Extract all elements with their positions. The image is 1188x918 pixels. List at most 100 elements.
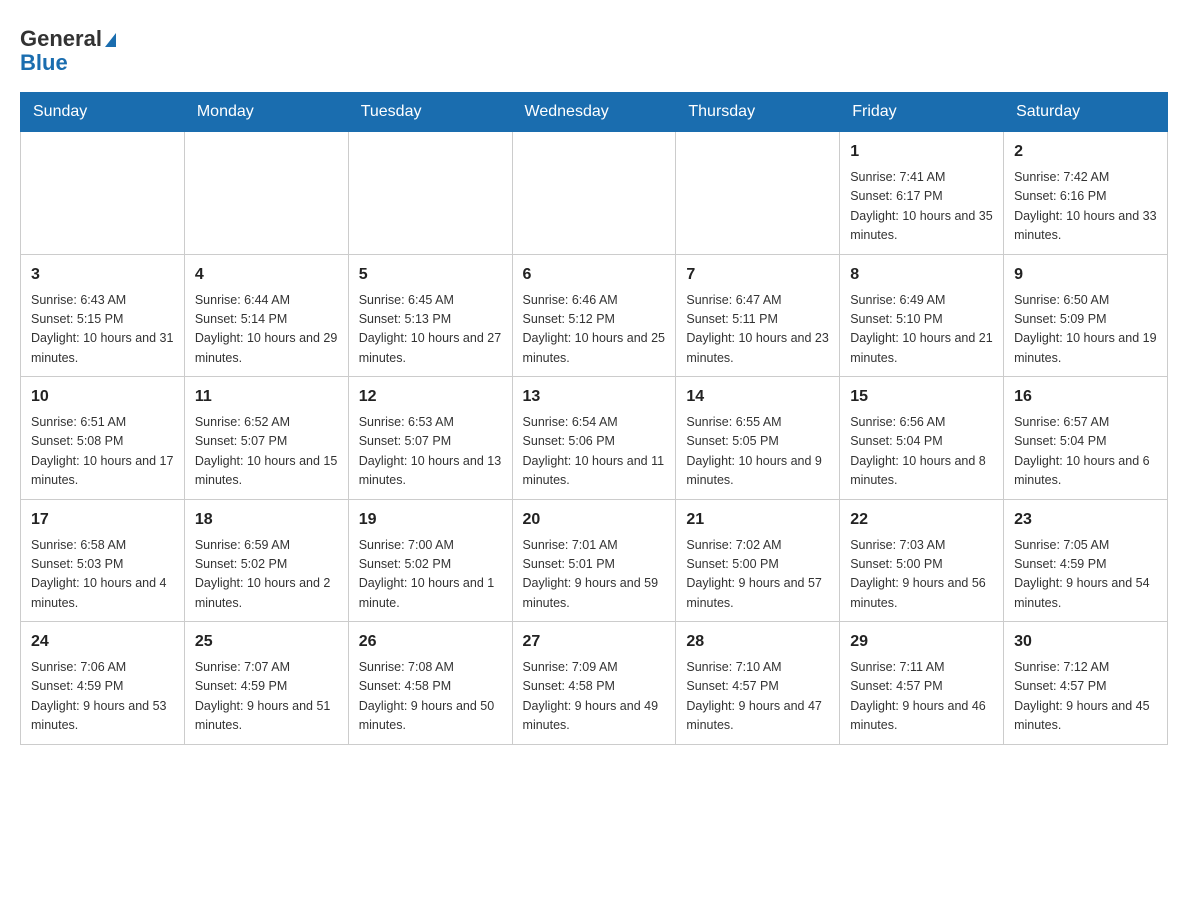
calendar-cell: 10 Sunrise: 6:51 AM Sunset: 5:08 PM Dayli…	[21, 377, 185, 500]
day-number: 1	[850, 140, 993, 164]
calendar-cell: 12 Sunrise: 6:53 AM Sunset: 5:07 PM Dayli…	[348, 377, 512, 500]
day-info: Sunrise: 6:50 AM Sunset: 5:09 PM Dayligh…	[1014, 291, 1157, 369]
calendar-cell	[348, 132, 512, 255]
day-number: 4	[195, 263, 338, 287]
week-row-4: 17 Sunrise: 6:58 AM Sunset: 5:03 PM Dayli…	[21, 499, 1168, 622]
weekday-header-row: SundayMondayTuesdayWednesdayThursdayFrid…	[21, 93, 1168, 132]
week-row-1: 1 Sunrise: 7:41 AM Sunset: 6:17 PM Daylig…	[21, 132, 1168, 255]
day-number: 19	[359, 508, 502, 532]
day-number: 17	[31, 508, 174, 532]
logo-brand: General	[20, 28, 102, 50]
day-info: Sunrise: 6:51 AM Sunset: 5:08 PM Dayligh…	[31, 413, 174, 491]
day-number: 14	[686, 385, 829, 409]
calendar-cell: 23Sunrise: 7:05 AM Sunset: 4:59 PM Dayli…	[1004, 499, 1168, 622]
calendar-cell: 16 Sunrise: 6:57 AM Sunset: 5:04 PM Dayli…	[1004, 377, 1168, 500]
day-info: Sunrise: 6:43 AM Sunset: 5:15 PM Dayligh…	[31, 291, 174, 369]
calendar-cell: 25 Sunrise: 7:07 AM Sunset: 4:59 PM Dayli…	[184, 622, 348, 745]
weekday-header-tuesday: Tuesday	[348, 93, 512, 132]
weekday-header-monday: Monday	[184, 93, 348, 132]
calendar-cell: 26 Sunrise: 7:08 AM Sunset: 4:58 PM Dayli…	[348, 622, 512, 745]
day-number: 6	[523, 263, 666, 287]
day-number: 10	[31, 385, 174, 409]
weekday-header-sunday: Sunday	[21, 93, 185, 132]
day-number: 13	[523, 385, 666, 409]
day-number: 15	[850, 385, 993, 409]
day-info: Sunrise: 6:47 AM Sunset: 5:11 PM Dayligh…	[686, 291, 829, 369]
day-info: Sunrise: 7:03 AM Sunset: 5:00 PM Dayligh…	[850, 536, 993, 614]
calendar-cell: 28 Sunrise: 7:10 AM Sunset: 4:57 PM Dayli…	[676, 622, 840, 745]
calendar-cell: 4 Sunrise: 6:44 AM Sunset: 5:14 PM Daylig…	[184, 254, 348, 377]
calendar-cell: 8 Sunrise: 6:49 AM Sunset: 5:10 PM Daylig…	[840, 254, 1004, 377]
day-info: Sunrise: 7:07 AM Sunset: 4:59 PM Dayligh…	[195, 658, 338, 736]
day-number: 7	[686, 263, 829, 287]
day-info: Sunrise: 6:49 AM Sunset: 5:10 PM Dayligh…	[850, 291, 993, 369]
day-info: Sunrise: 7:05 AM Sunset: 4:59 PM Dayligh…	[1014, 536, 1157, 614]
weekday-header-thursday: Thursday	[676, 93, 840, 132]
day-info: Sunrise: 7:11 AM Sunset: 4:57 PM Dayligh…	[850, 658, 993, 736]
calendar-cell: 27 Sunrise: 7:09 AM Sunset: 4:58 PM Dayli…	[512, 622, 676, 745]
day-info: Sunrise: 6:46 AM Sunset: 5:12 PM Dayligh…	[523, 291, 666, 369]
day-number: 22	[850, 508, 993, 532]
day-info: Sunrise: 7:00 AM Sunset: 5:02 PM Dayligh…	[359, 536, 502, 614]
logo: General Blue	[20, 20, 116, 76]
calendar-table: SundayMondayTuesdayWednesdayThursdayFrid…	[20, 92, 1168, 745]
day-info: Sunrise: 7:08 AM Sunset: 4:58 PM Dayligh…	[359, 658, 502, 736]
weekday-header-wednesday: Wednesday	[512, 93, 676, 132]
day-info: Sunrise: 7:10 AM Sunset: 4:57 PM Dayligh…	[686, 658, 829, 736]
calendar-cell: 1 Sunrise: 7:41 AM Sunset: 6:17 PM Daylig…	[840, 132, 1004, 255]
week-row-3: 10 Sunrise: 6:51 AM Sunset: 5:08 PM Dayli…	[21, 377, 1168, 500]
day-info: Sunrise: 7:06 AM Sunset: 4:59 PM Dayligh…	[31, 658, 174, 736]
day-number: 28	[686, 630, 829, 654]
logo-accent: Blue	[20, 50, 68, 76]
day-number: 11	[195, 385, 338, 409]
day-info: Sunrise: 7:41 AM Sunset: 6:17 PM Dayligh…	[850, 168, 993, 246]
calendar-cell: 21Sunrise: 7:02 AM Sunset: 5:00 PM Dayli…	[676, 499, 840, 622]
weekday-header-saturday: Saturday	[1004, 93, 1168, 132]
calendar-cell: 6 Sunrise: 6:46 AM Sunset: 5:12 PM Daylig…	[512, 254, 676, 377]
calendar-cell: 2Sunrise: 7:42 AM Sunset: 6:16 PM Daylig…	[1004, 132, 1168, 255]
calendar-cell	[676, 132, 840, 255]
calendar-cell: 19 Sunrise: 7:00 AM Sunset: 5:02 PM Dayli…	[348, 499, 512, 622]
calendar-cell: 11 Sunrise: 6:52 AM Sunset: 5:07 PM Dayli…	[184, 377, 348, 500]
day-number: 20	[523, 508, 666, 532]
calendar-cell	[512, 132, 676, 255]
day-info: Sunrise: 6:52 AM Sunset: 5:07 PM Dayligh…	[195, 413, 338, 491]
week-row-5: 24Sunrise: 7:06 AM Sunset: 4:59 PM Dayli…	[21, 622, 1168, 745]
calendar-cell: 15Sunrise: 6:56 AM Sunset: 5:04 PM Dayli…	[840, 377, 1004, 500]
day-info: Sunrise: 6:54 AM Sunset: 5:06 PM Dayligh…	[523, 413, 666, 491]
day-number: 9	[1014, 263, 1157, 287]
day-info: Sunrise: 6:55 AM Sunset: 5:05 PM Dayligh…	[686, 413, 829, 491]
calendar-cell: 3 Sunrise: 6:43 AM Sunset: 5:15 PM Daylig…	[21, 254, 185, 377]
day-info: Sunrise: 7:01 AM Sunset: 5:01 PM Dayligh…	[523, 536, 666, 614]
day-number: 18	[195, 508, 338, 532]
day-number: 8	[850, 263, 993, 287]
day-number: 30	[1014, 630, 1157, 654]
day-number: 5	[359, 263, 502, 287]
calendar-cell: 17 Sunrise: 6:58 AM Sunset: 5:03 PM Dayli…	[21, 499, 185, 622]
calendar-cell: 9 Sunrise: 6:50 AM Sunset: 5:09 PM Daylig…	[1004, 254, 1168, 377]
day-info: Sunrise: 7:09 AM Sunset: 4:58 PM Dayligh…	[523, 658, 666, 736]
calendar-cell: 29 Sunrise: 7:11 AM Sunset: 4:57 PM Dayli…	[840, 622, 1004, 745]
day-info: Sunrise: 6:53 AM Sunset: 5:07 PM Dayligh…	[359, 413, 502, 491]
day-number: 16	[1014, 385, 1157, 409]
calendar-cell: 18Sunrise: 6:59 AM Sunset: 5:02 PM Dayli…	[184, 499, 348, 622]
day-info: Sunrise: 6:58 AM Sunset: 5:03 PM Dayligh…	[31, 536, 174, 614]
day-info: Sunrise: 7:42 AM Sunset: 6:16 PM Dayligh…	[1014, 168, 1157, 246]
day-number: 26	[359, 630, 502, 654]
header-area: General Blue	[20, 20, 1168, 76]
calendar-cell: 13 Sunrise: 6:54 AM Sunset: 5:06 PM Dayli…	[512, 377, 676, 500]
day-info: Sunrise: 6:44 AM Sunset: 5:14 PM Dayligh…	[195, 291, 338, 369]
day-number: 21	[686, 508, 829, 532]
weekday-header-friday: Friday	[840, 93, 1004, 132]
calendar-cell	[184, 132, 348, 255]
day-info: Sunrise: 6:57 AM Sunset: 5:04 PM Dayligh…	[1014, 413, 1157, 491]
day-number: 27	[523, 630, 666, 654]
day-number: 3	[31, 263, 174, 287]
calendar-cell: 14 Sunrise: 6:55 AM Sunset: 5:05 PM Dayli…	[676, 377, 840, 500]
calendar-cell: 7 Sunrise: 6:47 AM Sunset: 5:11 PM Daylig…	[676, 254, 840, 377]
day-number: 12	[359, 385, 502, 409]
day-info: Sunrise: 7:12 AM Sunset: 4:57 PM Dayligh…	[1014, 658, 1157, 736]
day-number: 29	[850, 630, 993, 654]
day-number: 25	[195, 630, 338, 654]
calendar-cell: 22 Sunrise: 7:03 AM Sunset: 5:00 PM Dayli…	[840, 499, 1004, 622]
